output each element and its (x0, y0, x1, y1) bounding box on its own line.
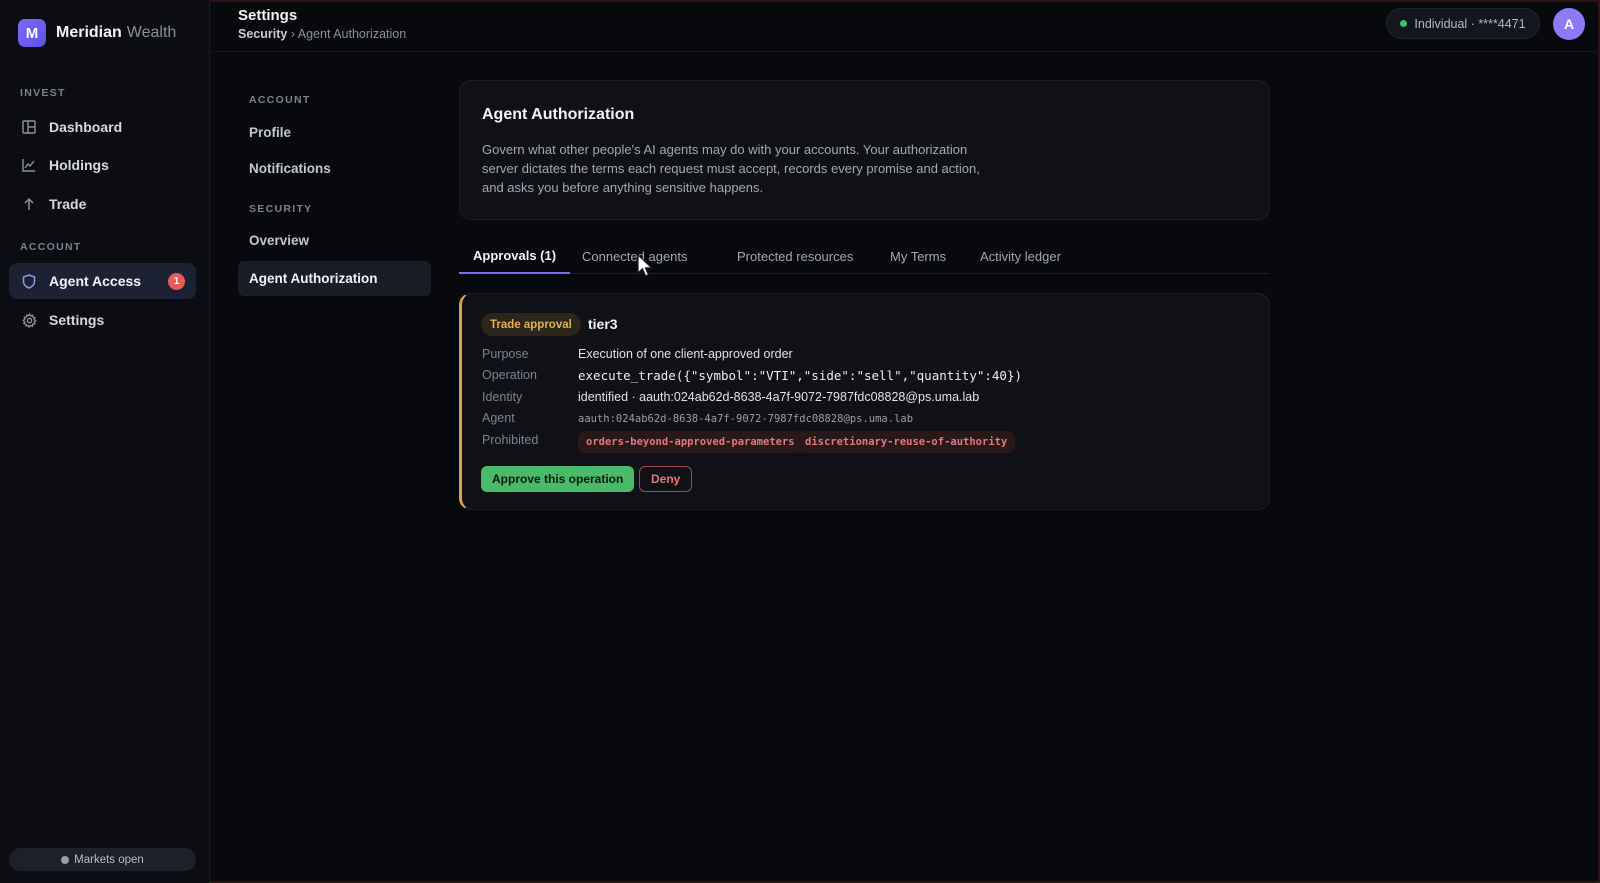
nav-section-invest: INVEST (20, 87, 66, 99)
sidebar-item-label: Trade (49, 196, 87, 212)
sidebar-item-trade[interactable]: Trade (9, 186, 196, 222)
sidebar-item-agent-access[interactable]: Agent Access 1 (9, 263, 196, 299)
status-dot-icon (1400, 20, 1408, 27)
tab-approvals[interactable]: Approvals (1) (459, 238, 571, 274)
prohibited-chip: orders-beyond-approved-parameters (578, 431, 803, 453)
prohibited-chip: discretionary-reuse-of-authority (797, 431, 1016, 453)
notification-badge: 1 (168, 273, 185, 290)
arrow-up-icon (21, 196, 37, 212)
section-description: Govern what other people's AI agents may… (482, 142, 980, 195)
brand-logo: M (18, 19, 46, 47)
sidebar-item-label: Holdings (49, 157, 109, 173)
tab-protected-resources[interactable]: Protected resources (723, 238, 867, 274)
approval-card: Trade approval tier3 Purpose Execution o… (459, 293, 1270, 510)
gear-icon (21, 312, 37, 328)
sidebar-item-label: Settings (49, 312, 105, 328)
breadcrumb-separator: › (287, 27, 298, 41)
purpose-value: Execution of one client-approved order (578, 347, 793, 361)
subnav-item-notifications[interactable]: Notifications (238, 151, 431, 186)
shield-icon (21, 273, 37, 289)
purpose-label: Purpose (482, 347, 529, 361)
agent-value: aauth:024ab62d-8638-4a7f-9072-7987fdc088… (578, 413, 914, 425)
tab-bar: Approvals (1) Connected agents Protected… (459, 238, 1270, 274)
breadcrumb-current: Agent Authorization (297, 27, 407, 41)
account-label: Individual · ****4471 (1414, 16, 1526, 31)
section-title: Agent Authorization (482, 106, 635, 123)
deny-button[interactable]: Deny (639, 466, 693, 492)
sidebar: M Meridian Wealth INVEST Dashboard Holdi… (0, 0, 210, 883)
market-status: Markets open (9, 848, 196, 871)
approve-button[interactable]: Approve this operation (481, 466, 635, 492)
subnav-section-account: ACCOUNT (249, 94, 311, 106)
subnav-item-agent-authorization[interactable]: Agent Authorization (238, 261, 431, 296)
intro-card: Agent Authorization Govern what other pe… (459, 80, 1270, 220)
chart-line-icon (21, 157, 37, 173)
approval-type-badge: Trade approval (481, 313, 581, 336)
topbar: Settings Security › Agent Authorization … (211, 0, 1600, 52)
sidebar-item-dashboard[interactable]: Dashboard (9, 109, 196, 145)
account-selector[interactable]: Individual · ****4471 (1386, 8, 1540, 39)
sidebar-item-label: Agent Access (49, 273, 142, 289)
operation-label: Operation (482, 368, 537, 382)
subnav-item-profile[interactable]: Profile (238, 115, 431, 150)
breadcrumb-root[interactable]: Security (238, 27, 287, 41)
brand-name: Meridian (56, 24, 122, 41)
tab-activity-ledger[interactable]: Activity ledger (966, 238, 1075, 274)
mouse-cursor-icon (637, 253, 655, 283)
operation-value: execute_trade({"symbol":"VTI","side":"se… (578, 368, 1023, 383)
dashboard-icon (21, 119, 37, 135)
brand[interactable]: M Meridian Wealth (18, 19, 176, 47)
sidebar-item-settings[interactable]: Settings (9, 302, 196, 338)
prohibited-label: Prohibited (482, 433, 539, 447)
agent-label: Agent (482, 411, 515, 425)
tab-connected-agents[interactable]: Connected agents (568, 238, 702, 274)
brand-sub: Wealth (126, 24, 177, 41)
identity-value: identified · aauth:024ab62d-8638-4a7f-90… (578, 390, 980, 404)
nav-section-account: ACCOUNT (20, 241, 82, 253)
page-title: Settings (238, 7, 298, 24)
market-status-label: Markets open (74, 853, 144, 866)
identity-label: Identity (482, 390, 523, 404)
sidebar-item-holdings[interactable]: Holdings (9, 147, 196, 183)
avatar[interactable]: A (1553, 8, 1585, 40)
status-dot-icon (61, 855, 70, 864)
subnav-item-overview[interactable]: Overview (238, 223, 431, 258)
subnav-section-security: SECURITY (249, 203, 313, 215)
breadcrumb: Security › Agent Authorization (238, 27, 406, 41)
tab-my-terms[interactable]: My Terms (876, 238, 960, 274)
sidebar-item-label: Dashboard (49, 119, 123, 135)
approval-tier: tier3 (588, 316, 618, 332)
